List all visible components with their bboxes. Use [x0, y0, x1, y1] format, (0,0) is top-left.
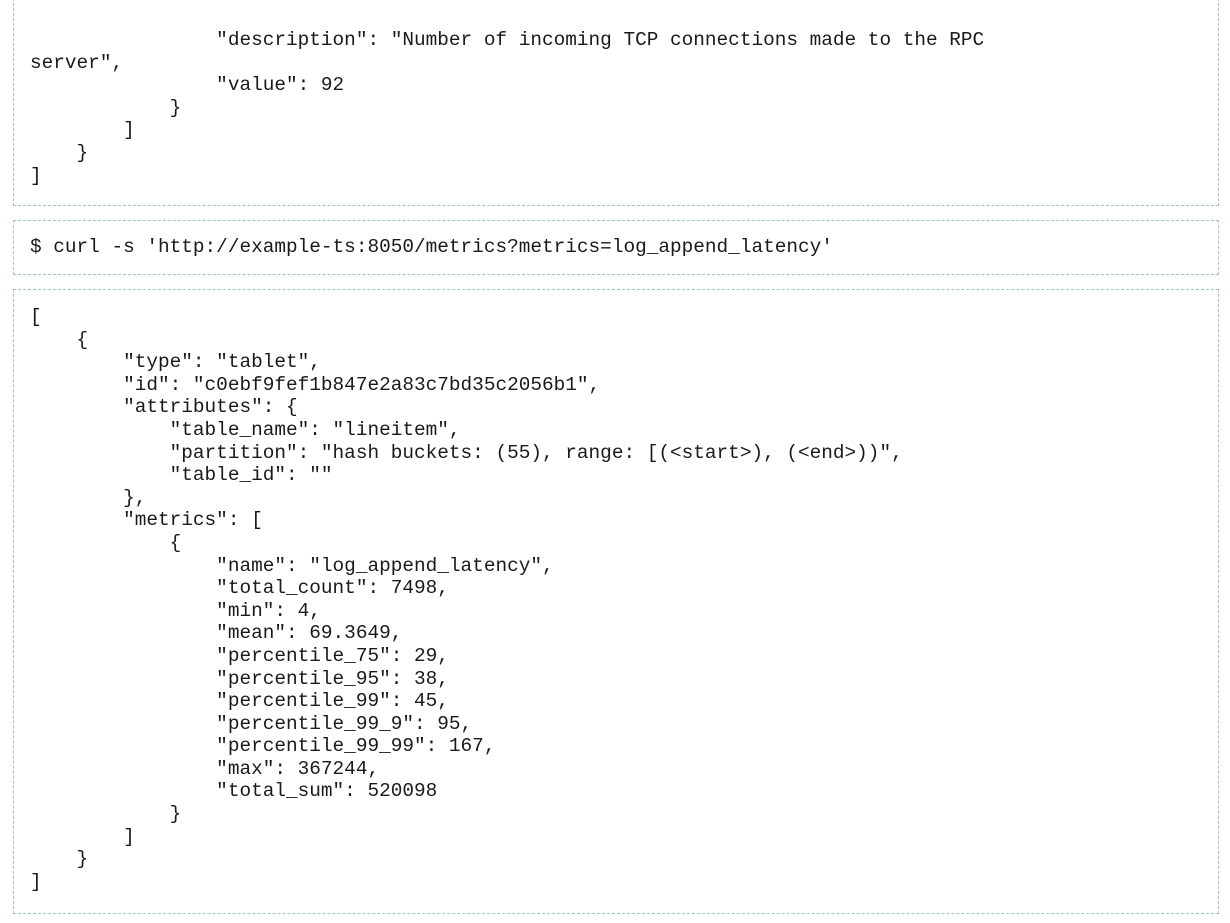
- code-line: "partition": "hash buckets: (55), range:…: [30, 441, 903, 464]
- code-line: "percentile_95": 38,: [30, 667, 449, 690]
- code-line: "id": "c0ebf9fef1b847e2a83c7bd35c2056b1"…: [30, 373, 601, 396]
- code-text: [ { "type": "tablet", "id": "c0ebf9fef1b…: [14, 290, 1218, 893]
- code-block-previous-output: "description": "Number of incoming TCP c…: [13, 0, 1219, 206]
- code-line: "name": "log_append_latency",: [30, 554, 554, 577]
- code-line: "mean": 69.3649,: [30, 622, 403, 645]
- code-line: {: [30, 328, 89, 351]
- code-line: "metrics": [: [30, 509, 263, 532]
- code-line: "attributes": {: [30, 396, 298, 419]
- code-line: "table_name": "lineitem",: [30, 418, 461, 441]
- code-line: }: [30, 141, 89, 164]
- code-line: },: [30, 486, 147, 509]
- code-line: "total_sum": 520098: [30, 780, 438, 803]
- code-line: }: [30, 803, 182, 826]
- code-line: "percentile_99_9": 95,: [30, 712, 473, 735]
- code-line: "max": 367244,: [30, 757, 380, 780]
- code-line: ]: [30, 164, 42, 187]
- code-line: ]: [30, 825, 135, 848]
- code-block-json-response: [ { "type": "tablet", "id": "c0ebf9fef1b…: [13, 289, 1219, 914]
- code-line: "percentile_99": 45,: [30, 690, 449, 713]
- code-line: "type": "tablet",: [30, 351, 321, 374]
- code-block-curl-command: $ curl -s 'http://example-ts:8050/metric…: [13, 220, 1219, 275]
- code-line: "total_count": 7498,: [30, 577, 449, 600]
- code-line: "value": 92: [30, 74, 345, 97]
- command-line: $ curl -s 'http://example-ts:8050/metric…: [30, 236, 833, 258]
- code-line: "percentile_99_99": 167,: [30, 735, 496, 758]
- code-text: "description": "Number of incoming TCP c…: [14, 0, 1218, 187]
- code-line: }: [30, 96, 182, 119]
- code-line: "percentile_75": 29,: [30, 644, 449, 667]
- code-line: "min": 4,: [30, 599, 321, 622]
- code-line: ]: [30, 119, 135, 142]
- code-line: ]: [30, 870, 42, 893]
- code-line: [: [30, 306, 42, 328]
- code-line: server",: [30, 51, 124, 74]
- code-line: }: [30, 848, 89, 871]
- code-line: "table_id": "": [30, 464, 333, 487]
- code-text: $ curl -s 'http://example-ts:8050/metric…: [14, 221, 1218, 259]
- code-line: "description": "Number of incoming TCP c…: [30, 29, 985, 51]
- code-line: {: [30, 531, 182, 554]
